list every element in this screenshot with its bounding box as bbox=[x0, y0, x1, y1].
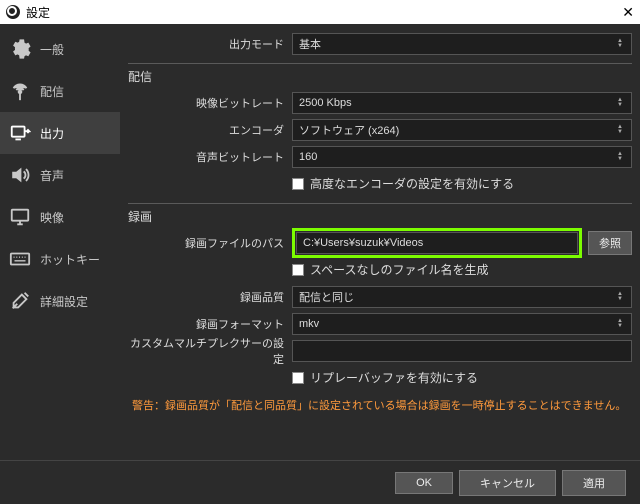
rec-quality-select[interactable]: 配信と同じ ▲▼ bbox=[292, 286, 632, 308]
sidebar-item-hotkeys[interactable]: ホットキー bbox=[0, 238, 120, 280]
spinner-icon: ▲▼ bbox=[615, 93, 625, 113]
sidebar-item-audio[interactable]: 音声 bbox=[0, 154, 120, 196]
rec-path-label: 録画ファイルのパス bbox=[128, 235, 292, 251]
chevrons-icon: ▲▼ bbox=[615, 147, 625, 167]
chevrons-icon: ▲▼ bbox=[615, 314, 625, 334]
tools-icon bbox=[8, 289, 32, 313]
apply-button[interactable]: 適用 bbox=[562, 470, 626, 496]
sidebar-item-label: 出力 bbox=[40, 125, 64, 142]
sidebar-item-label: 音声 bbox=[40, 167, 64, 184]
recording-section-title: 録画 bbox=[128, 206, 632, 229]
content: 一般 配信 出力 音声 映像 ホットキー 詳細設定 出力モード bbox=[0, 24, 640, 460]
browse-button[interactable]: 参照 bbox=[588, 231, 632, 255]
rec-path-input[interactable]: C:¥Users¥suzuk¥Videos bbox=[296, 232, 578, 254]
sidebar-item-label: ホットキー bbox=[40, 251, 100, 268]
sidebar-item-label: 配信 bbox=[40, 83, 64, 100]
abitrate-label: 音声ビットレート bbox=[128, 149, 292, 165]
dialog-footer: OK キャンセル 適用 bbox=[0, 460, 640, 504]
checkbox-icon bbox=[292, 372, 304, 384]
sidebar-item-label: 詳細設定 bbox=[40, 293, 88, 310]
muxer-label: カスタムマルチプレクサーの設定 bbox=[128, 335, 292, 367]
chevrons-icon: ▲▼ bbox=[615, 120, 625, 140]
rec-format-value: mkv bbox=[299, 318, 319, 330]
sidebar-item-stream[interactable]: 配信 bbox=[0, 70, 120, 112]
rec-format-label: 録画フォーマット bbox=[128, 316, 292, 332]
sidebar-item-label: 一般 bbox=[40, 41, 64, 58]
output-icon bbox=[8, 121, 32, 145]
nospace-label: スペースなしのファイル名を生成 bbox=[310, 261, 489, 278]
window-title: 設定 bbox=[26, 4, 50, 21]
stream-section: 配信 映像ビットレート 2500 Kbps ▲▼ エンコーダ ソフトウェア (x… bbox=[128, 63, 632, 197]
app-icon bbox=[6, 5, 20, 19]
encoder-value: ソフトウェア (x264) bbox=[299, 122, 399, 138]
sidebar-item-video[interactable]: 映像 bbox=[0, 196, 120, 238]
abitrate-select[interactable]: 160 ▲▼ bbox=[292, 146, 632, 168]
vbitrate-label: 映像ビットレート bbox=[128, 95, 292, 111]
keyboard-icon bbox=[8, 247, 32, 271]
warning-text: 警告：録画品質が「配信と同品質」に設定されている場合は録画を一時停止することはで… bbox=[128, 391, 632, 418]
monitor-icon bbox=[8, 205, 32, 229]
checkbox-icon bbox=[292, 178, 304, 190]
replay-buffer-label: リプレーバッファを有効にする bbox=[310, 369, 478, 386]
close-icon[interactable]: ✕ bbox=[622, 5, 634, 19]
ok-button[interactable]: OK bbox=[395, 472, 453, 494]
chevrons-icon: ▲▼ bbox=[615, 34, 625, 54]
vbitrate-value: 2500 Kbps bbox=[299, 97, 352, 109]
advanced-encoder-checkbox[interactable]: 高度なエンコーダの設定を有効にする bbox=[292, 175, 632, 192]
sidebar-item-advanced[interactable]: 詳細設定 bbox=[0, 280, 120, 322]
rec-path-highlight: C:¥Users¥suzuk¥Videos bbox=[292, 228, 582, 258]
nospace-checkbox[interactable]: スペースなしのファイル名を生成 bbox=[292, 261, 632, 278]
sidebar: 一般 配信 出力 音声 映像 ホットキー 詳細設定 bbox=[0, 24, 120, 460]
output-mode-select[interactable]: 基本 ▲▼ bbox=[292, 33, 632, 55]
titlebar: 設定 ✕ bbox=[0, 0, 640, 24]
main-panel: 出力モード 基本 ▲▼ 配信 映像ビットレート 2500 Kbps ▲▼ エンコ… bbox=[120, 24, 640, 460]
abitrate-value: 160 bbox=[299, 151, 317, 163]
rec-quality-value: 配信と同じ bbox=[299, 289, 354, 305]
sidebar-item-general[interactable]: 一般 bbox=[0, 28, 120, 70]
vbitrate-input[interactable]: 2500 Kbps ▲▼ bbox=[292, 92, 632, 114]
antenna-icon bbox=[8, 79, 32, 103]
muxer-input[interactable] bbox=[292, 340, 632, 362]
rec-quality-label: 録画品質 bbox=[128, 289, 292, 305]
output-mode-value: 基本 bbox=[299, 36, 321, 52]
encoder-select[interactable]: ソフトウェア (x264) ▲▼ bbox=[292, 119, 632, 141]
sidebar-item-output[interactable]: 出力 bbox=[0, 112, 120, 154]
advanced-encoder-label: 高度なエンコーダの設定を有効にする bbox=[310, 175, 514, 192]
chevrons-icon: ▲▼ bbox=[615, 287, 625, 307]
recording-section: 録画 録画ファイルのパス C:¥Users¥suzuk¥Videos 参照 スペ… bbox=[128, 203, 632, 418]
cancel-button[interactable]: キャンセル bbox=[459, 470, 556, 496]
replay-buffer-checkbox[interactable]: リプレーバッファを有効にする bbox=[292, 369, 632, 386]
encoder-label: エンコーダ bbox=[128, 122, 292, 138]
rec-path-value: C:¥Users¥suzuk¥Videos bbox=[303, 237, 423, 249]
gear-icon bbox=[8, 37, 32, 61]
stream-section-title: 配信 bbox=[128, 66, 632, 89]
output-mode-label: 出力モード bbox=[128, 36, 292, 52]
rec-format-select[interactable]: mkv ▲▼ bbox=[292, 313, 632, 335]
speaker-icon bbox=[8, 163, 32, 187]
sidebar-item-label: 映像 bbox=[40, 209, 64, 226]
checkbox-icon bbox=[292, 264, 304, 276]
